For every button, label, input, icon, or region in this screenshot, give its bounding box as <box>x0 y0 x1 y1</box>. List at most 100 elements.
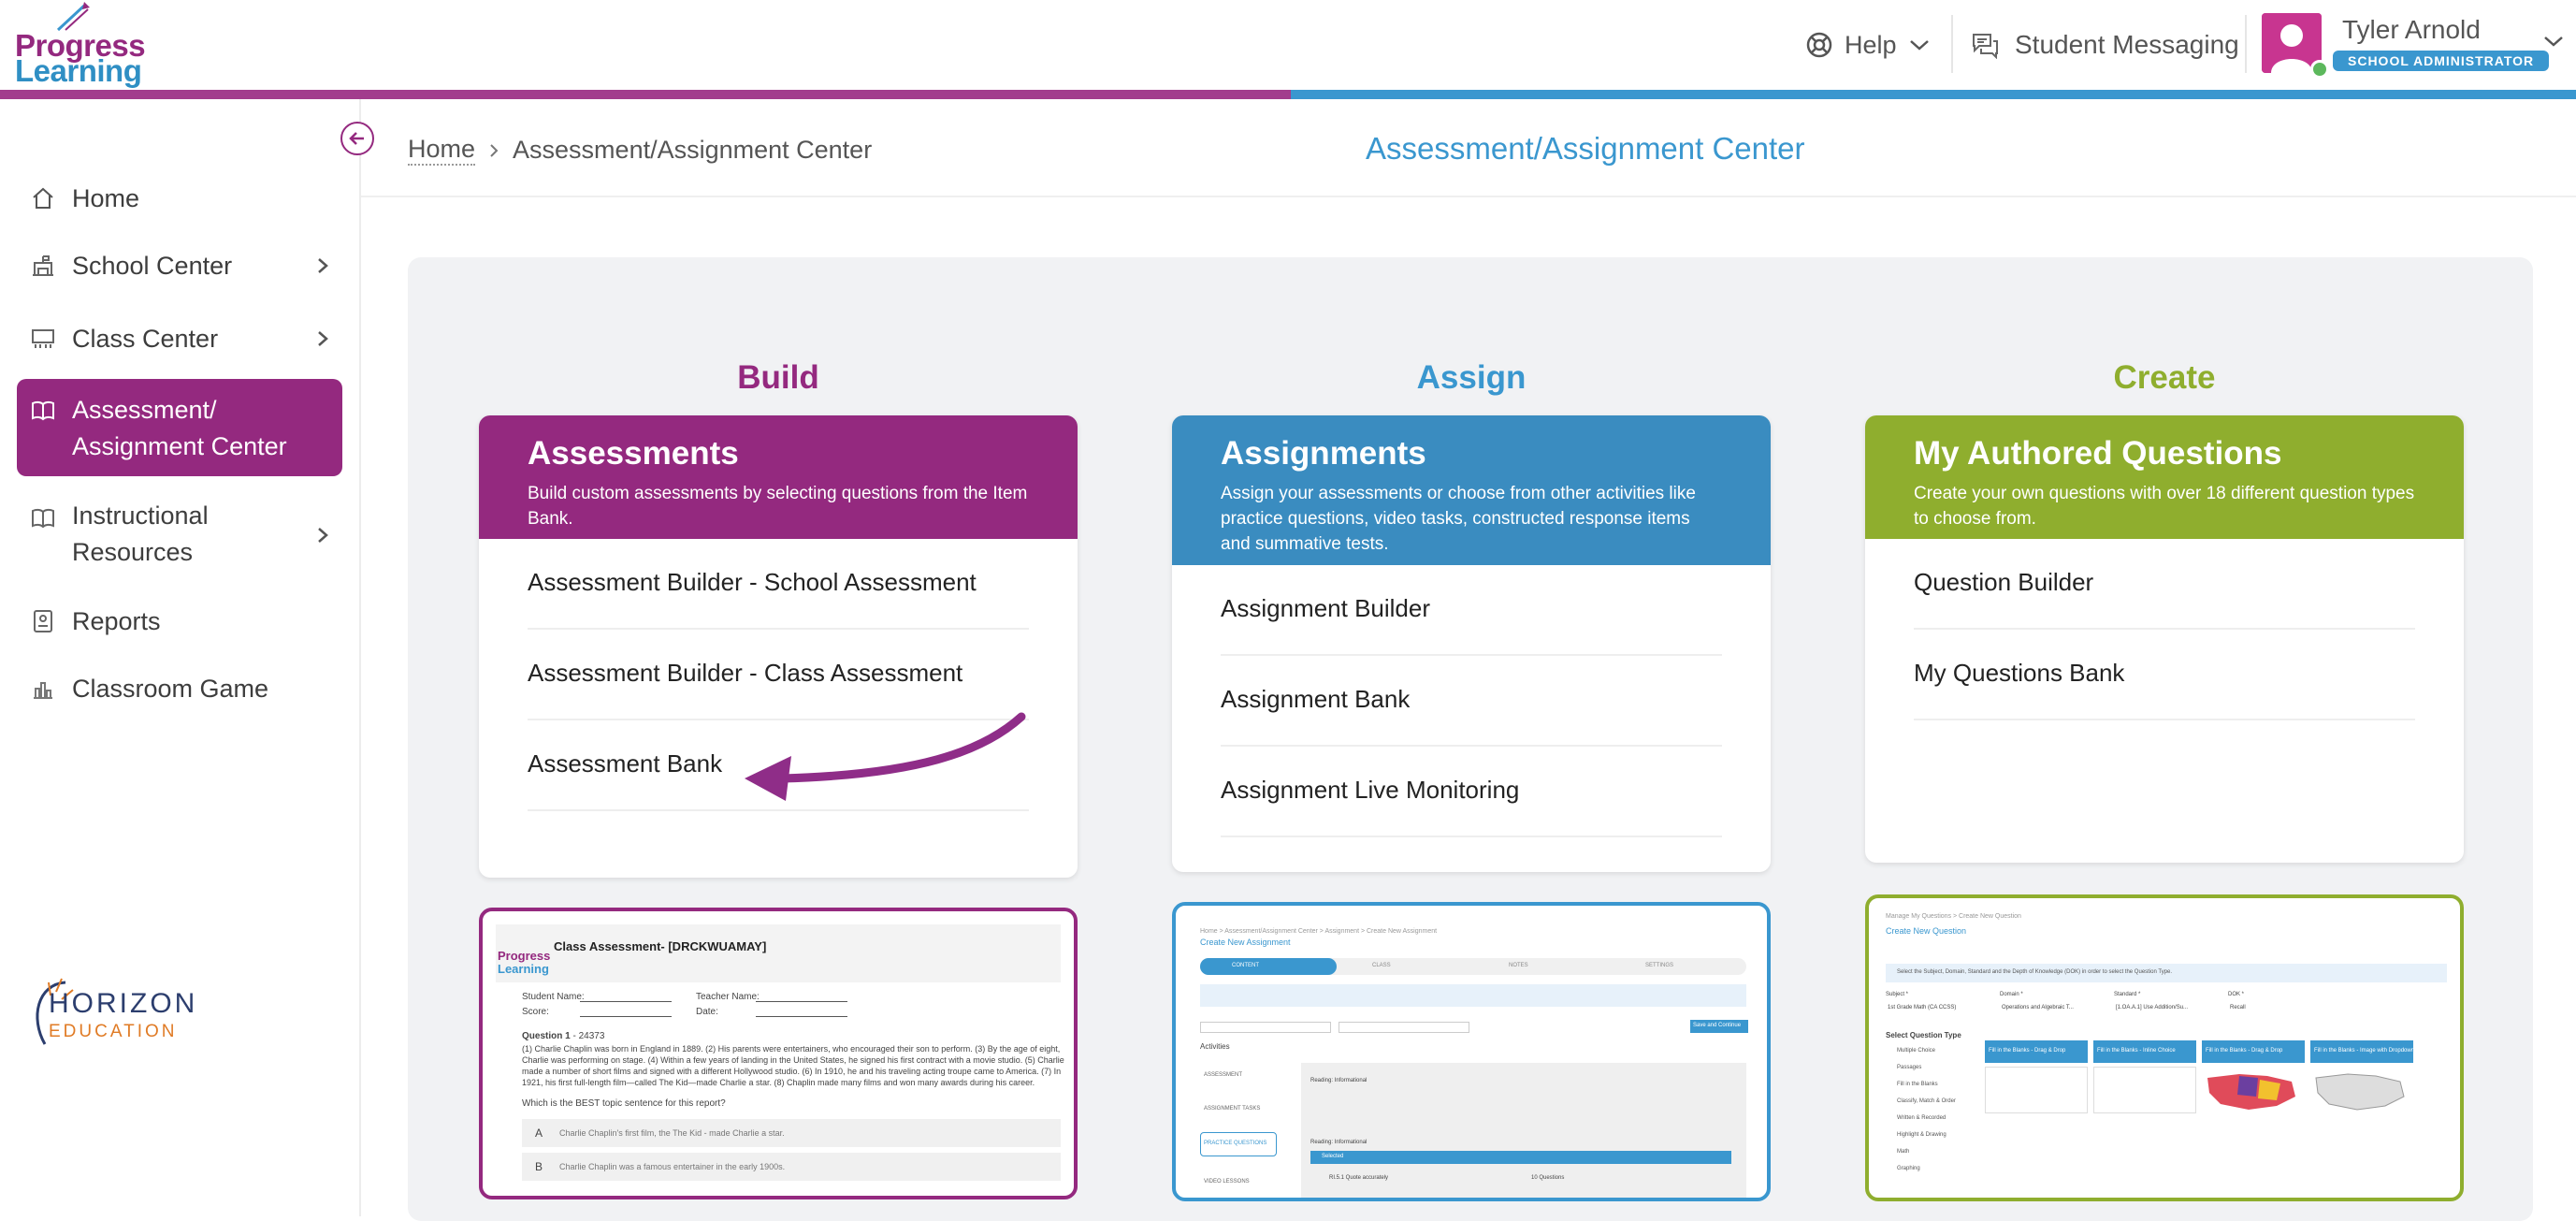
arrow-left-icon <box>349 132 364 145</box>
standard-label: RI.5.1 Quote accurately <box>1329 1175 1389 1181</box>
sidebar-item-school-center[interactable]: School Center <box>17 240 342 292</box>
sidebar-item-classroom-game[interactable]: Classroom Game <box>17 662 342 715</box>
field-label: Standard * <box>2114 992 2141 997</box>
user-role-badge: SCHOOL ADMINISTRATOR <box>2333 51 2550 71</box>
activities-label: Activities <box>1200 1042 1230 1051</box>
subject-field <box>1339 1022 1469 1033</box>
question-type-item: Fill in the Blanks <box>1897 1082 1938 1087</box>
preview-crumb: Home > Assessment/Assignment Center > As… <box>1200 928 1438 935</box>
sidebar-item-label: Classroom Game <box>72 674 269 703</box>
assessment-builder-school-link[interactable]: Assessment Builder - School Assessment <box>528 539 1029 630</box>
blank-line <box>756 1016 847 1017</box>
book-open-icon <box>32 400 54 421</box>
card-title: Assessments <box>528 435 739 472</box>
chevron-right-icon <box>318 331 328 346</box>
main-divider <box>361 196 2576 197</box>
sidebar-item-label: Instructional Resources <box>72 501 209 566</box>
question-tile-body <box>2093 1067 2196 1113</box>
question-type-item: Math <box>1897 1149 1910 1155</box>
question-type-item: Written & Recorded <box>1897 1115 1946 1121</box>
user-name[interactable]: Tyler Arnold <box>2342 15 2481 45</box>
chevron-down-icon[interactable] <box>2542 34 2565 49</box>
map-outline-icon <box>2315 1073 2405 1111</box>
sidebar-item-reports[interactable]: Reports <box>17 595 342 647</box>
preview-score: Score: <box>522 1007 549 1017</box>
assessments-card-header: Assessments Build custom assessments by … <box>479 415 1078 539</box>
blank-line <box>756 1001 847 1002</box>
question-builder-link[interactable]: Question Builder <box>1914 539 2415 630</box>
my-questions-bank-link[interactable]: My Questions Bank <box>1914 630 2415 720</box>
step-label: NOTES <box>1509 963 1528 968</box>
field-value: 1st Grade Math (CA CCSS) <box>1888 1005 1957 1010</box>
report-icon <box>34 610 52 632</box>
sidebar-item-instructional-resources[interactable]: Instructional Resources <box>17 492 342 578</box>
activity-tab: ASSIGNMENT TASKS <box>1204 1106 1261 1112</box>
preview-teacher-name: Teacher Name: <box>696 992 760 1002</box>
activity-tab: ASSESSMENT <box>1204 1072 1243 1078</box>
info-banner <box>1200 984 1746 1007</box>
sidebar-item-assessment-assignment-center[interactable]: Assessment/ Assignment Center <box>17 379 342 476</box>
card-description: Assign your assessments or choose from o… <box>1221 484 1696 554</box>
question-preview-thumbnail[interactable]: Manage My Questions > Create New Questio… <box>1865 894 2464 1201</box>
passage-line: made a number of short films and signed … <box>522 1067 1062 1076</box>
assign-heading: Assign <box>1416 359 1527 396</box>
assignment-preview-thumbnail[interactable]: Home > Assessment/Assignment Center > As… <box>1172 902 1771 1201</box>
game-icon <box>34 682 52 699</box>
preview-title: Class Assessment- [DRCKWUAMAY] <box>554 939 767 953</box>
activity-tab: VIDEO LESSONS <box>1204 1179 1250 1185</box>
passage-line: (1) Charlie Chaplin was born in England … <box>522 1044 1061 1054</box>
field-label: Domain * <box>2000 992 2023 997</box>
preview-title: Create New Assignment <box>1200 938 1291 947</box>
lifebuoy-icon <box>1806 32 1832 58</box>
question-type-item: Classify, Match & Order <box>1897 1098 1956 1104</box>
header-divider <box>2245 15 2247 73</box>
assignment-builder-link[interactable]: Assignment Builder <box>1221 565 1722 656</box>
assessment-preview-thumbnail[interactable]: Progress Learning Class Assessment- [DRC… <box>479 908 1078 1199</box>
info-text: Select the Subject, Domain, Standard and… <box>1897 969 2173 975</box>
top-header: Progress Learning Help Student Messaging… <box>0 0 2576 90</box>
preview-title: Create New Question <box>1886 926 1967 936</box>
option-text: Charlie Chaplin was a famous entertainer… <box>559 1162 786 1171</box>
card-description: Create your own questions with over 18 d… <box>1914 484 2415 529</box>
field-value: Recall <box>2230 1005 2246 1010</box>
sidebar-item-label: Reports <box>72 606 161 635</box>
question-type-item: Highlight & Drawing <box>1897 1132 1946 1138</box>
passage-line: Charlie was performing on stage. (4) Wit… <box>522 1055 1064 1065</box>
selected-label: Selected <box>1322 1154 1344 1159</box>
preview-logo-learning: Learning <box>498 962 549 976</box>
us-map-icon <box>2207 1074 2295 1110</box>
sidebar-item-label: Class Center <box>72 324 219 353</box>
question-tile-body <box>1985 1067 2088 1113</box>
activity-tab: PRACTICE QUESTIONS <box>1204 1141 1267 1146</box>
preview-student-name: Student Name: <box>522 992 585 1002</box>
authored-questions-card-header: My Authored Questions Create your own qu… <box>1865 415 2464 539</box>
online-status-dot <box>2310 60 2329 79</box>
sidebar-item-home[interactable]: Home <box>17 172 342 225</box>
blank-line <box>580 1016 672 1017</box>
option-letter: A <box>535 1127 543 1140</box>
sidebar-item-class-center[interactable]: Class Center <box>17 313 342 365</box>
preview-header-bar <box>496 924 1061 982</box>
help-label: Help <box>1845 30 1897 59</box>
assessments-card: Assessments Build custom assessments by … <box>479 415 1078 878</box>
question-tile-label: Fill in the Blanks - Drag & Drop <box>2206 1048 2283 1054</box>
logo-rocket-icon <box>56 2 90 32</box>
breadcrumb-home-link[interactable]: Home <box>408 135 476 166</box>
sidebar-item-label: Assessment/ Assignment Center <box>72 396 287 460</box>
student-messaging-link[interactable]: Student Messaging <box>1970 26 2239 64</box>
progress-learning-logo[interactable]: Progress Learning <box>15 0 146 90</box>
header-divider <box>1951 15 1953 73</box>
assignments-card: Assignments Assign your assessments or c… <box>1172 415 1771 872</box>
assignment-bank-link[interactable]: Assignment Bank <box>1221 656 1722 747</box>
collapse-sidebar-button[interactable] <box>340 122 374 155</box>
question-id: - 24373 <box>570 1031 605 1041</box>
step-label: SETTINGS <box>1645 963 1674 968</box>
assignment-live-monitoring-link[interactable]: Assignment Live Monitoring <box>1221 747 1722 837</box>
preview-prompt: Which is the BEST topic sentence for thi… <box>522 1098 726 1109</box>
preview-date: Date: <box>696 1007 718 1017</box>
help-menu[interactable]: Help <box>1805 26 1931 64</box>
domain-label: Reading: Informational <box>1310 1078 1368 1083</box>
step-active <box>1200 958 1337 975</box>
horizon-text: HORIZON <box>49 988 198 1019</box>
chevron-right-icon <box>490 143 499 157</box>
